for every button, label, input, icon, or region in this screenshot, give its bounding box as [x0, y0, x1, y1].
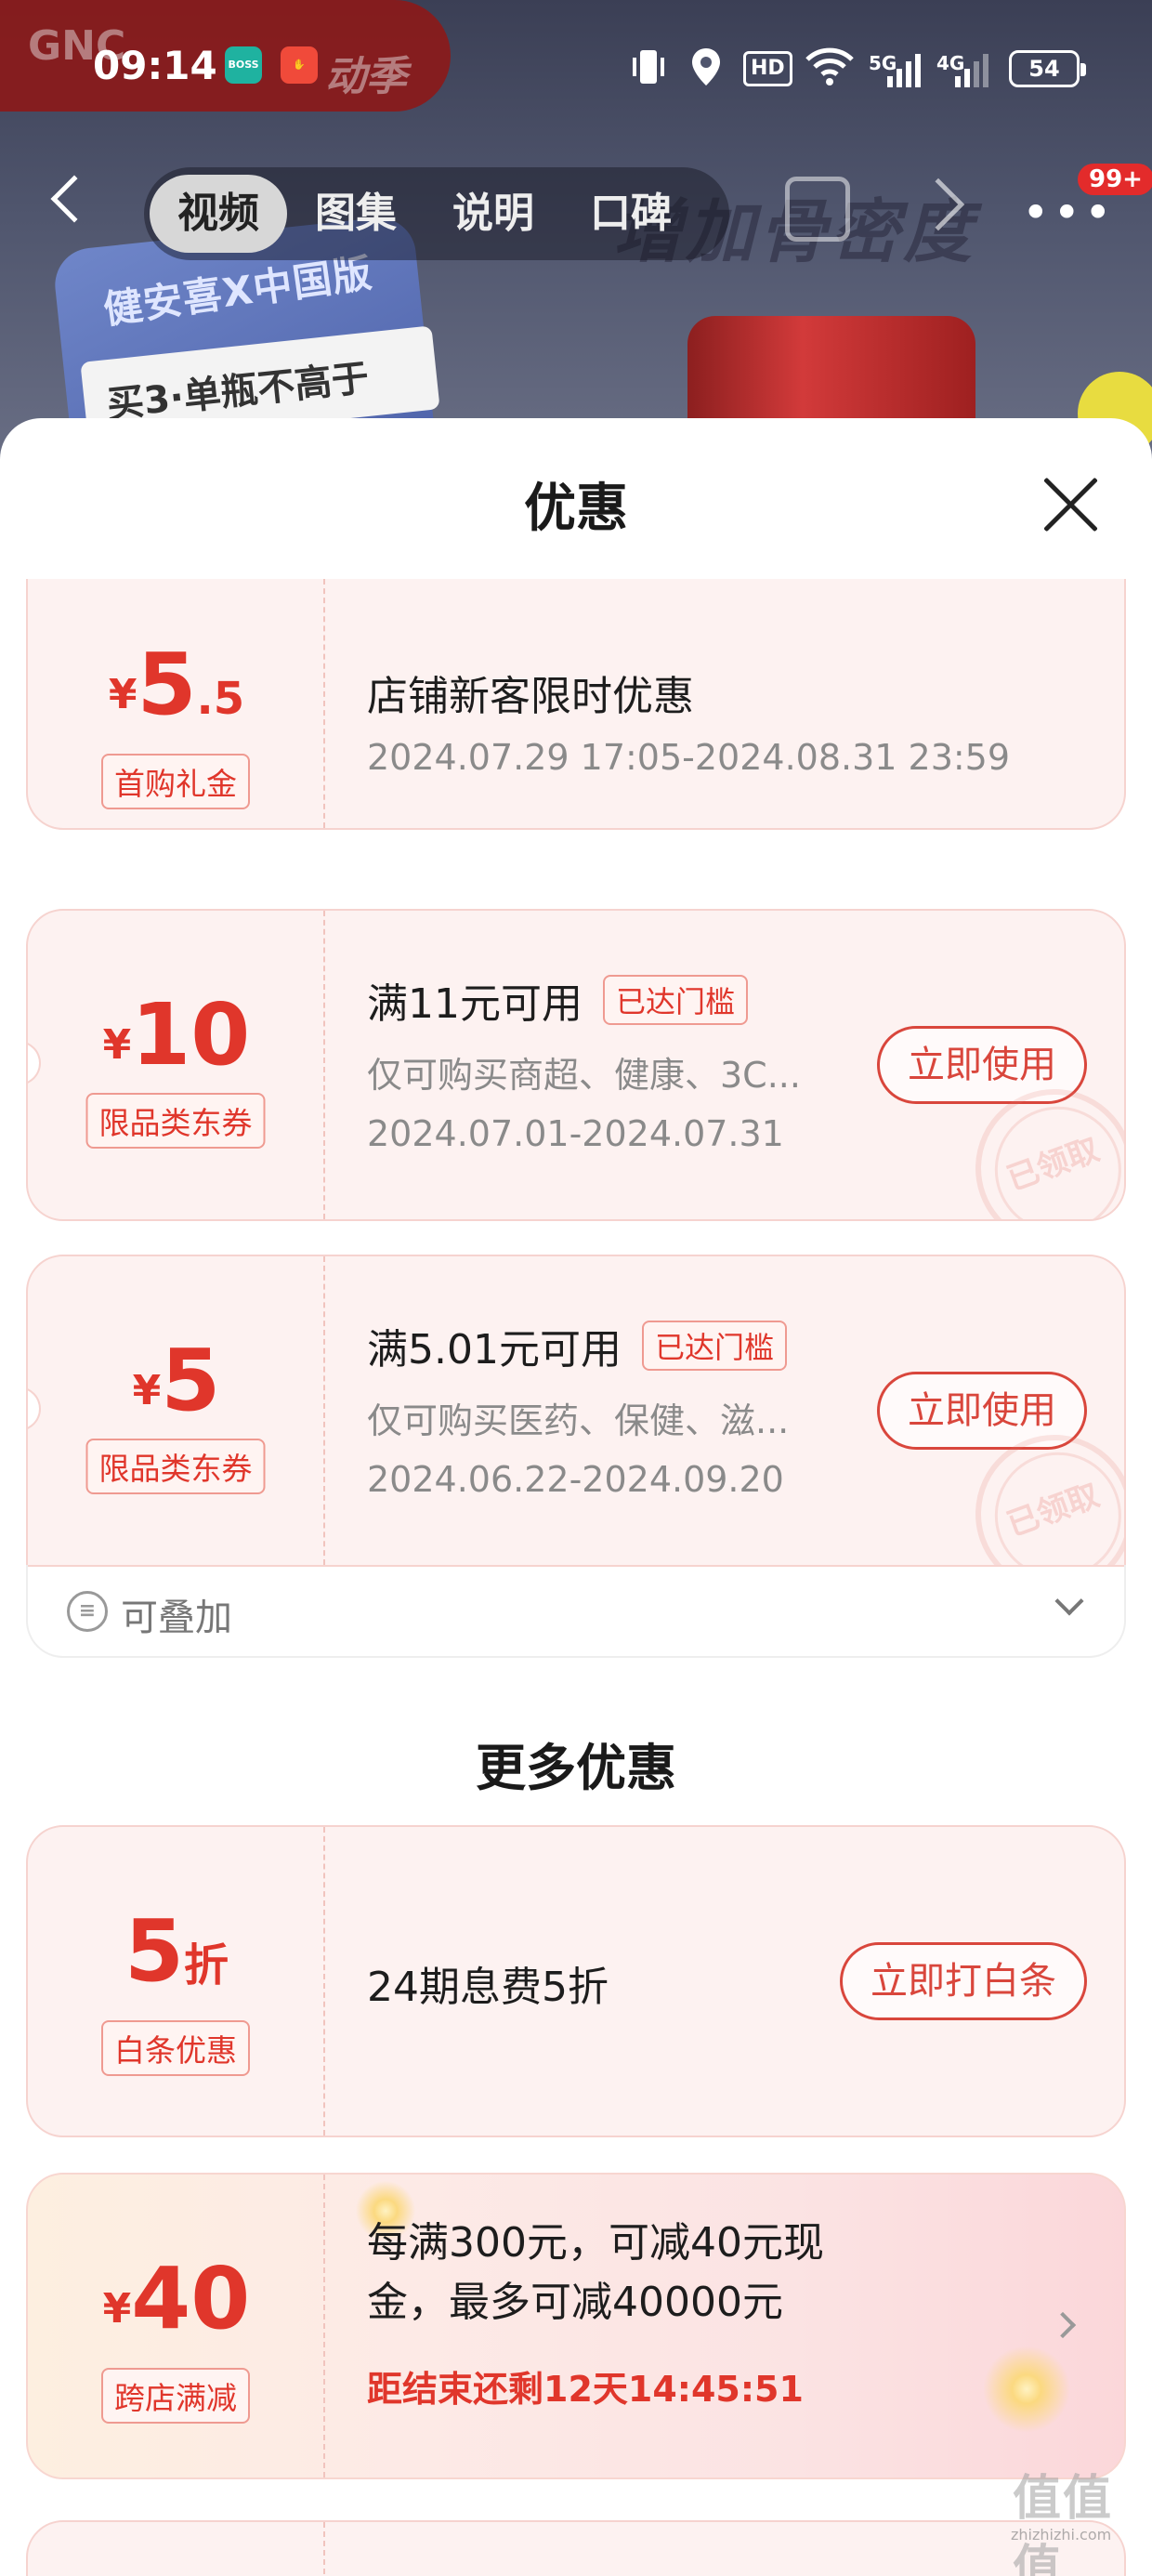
sparkle-decoration: [975, 2338, 1078, 2440]
chevron-right-icon[interactable]: [1049, 2311, 1077, 2339]
status-time: 09:14: [93, 43, 217, 88]
amount-integer: 40: [131, 2249, 251, 2348]
coupon-left: ¥10 限品类东券: [28, 911, 325, 1219]
signal-5g-icon: 5G: [869, 46, 923, 87]
product-background: 健安喜X中国版 买3·单瓶不高于 增加骨密度 GNC 动季 09:14 BOSS…: [0, 0, 1152, 483]
coupon-type-tag: 限品类东券: [85, 1439, 266, 1494]
coupon-amount: ¥5: [28, 1331, 325, 1430]
coupon-left: ¥40 跨店满减: [28, 2175, 325, 2477]
baitiao-title: 24期息费5折: [367, 1964, 609, 2011]
promo-countdown: 距结束还剩12天14:45:51: [367, 2369, 804, 2410]
coupon-amount: ¥10: [28, 985, 325, 1084]
coupon-title: 满5.01元可用: [367, 1326, 622, 1373]
coupon-type-tag: 首购礼金: [101, 754, 250, 809]
promo-title: 每满300元，可减40元现金，最多可减40000元: [367, 2219, 824, 2326]
coupon-amount: ¥40: [28, 2249, 325, 2348]
boss-app-icon: BOSS: [225, 46, 262, 84]
coupon-left: [28, 2522, 325, 2576]
more-discounts-title: 更多优惠: [476, 1739, 676, 1797]
coupon-card[interactable]: ¥5 限品类东券 满5.01元可用 已达门槛 仅可购买医药、保健、滋... 202…: [26, 1255, 1126, 1567]
currency-symbol: ¥: [132, 1367, 162, 1414]
discount-unit: 折: [184, 1939, 229, 1991]
vibrate-icon: [628, 46, 669, 87]
share-icon[interactable]: [785, 177, 850, 242]
coupon-validity: 2024.07.29 17:05-2024.08.31 23:59: [367, 737, 1011, 778]
coupon-left: ¥5 限品类东券: [28, 1256, 325, 1565]
coupon-type-tag: 白条优惠: [101, 2020, 250, 2076]
coupon-left: 5折 白条优惠: [28, 1827, 325, 2136]
battery-icon: 54: [1009, 50, 1086, 87]
threshold-badge: 已达门槛: [603, 975, 749, 1025]
wifi-icon: [805, 46, 855, 87]
coupon-type-tag: 限品类东券: [85, 1093, 266, 1149]
currency-symbol: ¥: [102, 2285, 132, 2333]
douyin-mall-icon: ✋: [281, 46, 318, 84]
sheet-title: 优惠: [524, 479, 628, 539]
signal-4g-icon: 4G: [936, 46, 992, 87]
coupon-card[interactable]: ¥5.5 首购礼金 店铺新客限时优惠 2024.07.29 17:05-2024…: [26, 579, 1126, 830]
stack-icon: ≡: [67, 1591, 108, 1632]
coupon-scope: 仅可购买商超、健康、3C...: [367, 1055, 801, 1096]
currency-symbol: ¥: [108, 671, 137, 718]
location-icon: [687, 46, 725, 87]
watermark-text: zhizhizhi.com: [1011, 2526, 1112, 2543]
coupon-amount: 5折: [28, 1901, 325, 2001]
back-arrow-icon[interactable]: [50, 175, 98, 223]
hd-voice-icon: HD: [743, 51, 792, 86]
cart-badge: 99+: [1078, 164, 1152, 195]
threshold-badge: 已达门槛: [641, 1321, 787, 1371]
live-promo: 动季: [325, 53, 407, 100]
coupon-title: 满11元可用: [367, 980, 583, 1028]
coupon-amount: ¥5.5: [28, 635, 325, 734]
coupon-validity: 2024.07.01-2024.07.31: [367, 1113, 784, 1154]
baitiao-card[interactable]: 5折 白条优惠 24期息费5折 立即打白条: [26, 1825, 1126, 2137]
amount-integer: 10: [131, 985, 251, 1084]
coupon-title-row: 满11元可用 已达门槛: [367, 970, 749, 1030]
stackable-toggle[interactable]: ≡ 可叠加: [26, 1565, 1126, 1658]
coupon-validity: 2024.06.22-2024.09.20: [367, 1459, 784, 1500]
use-baitiao-button[interactable]: 立即打白条: [840, 1942, 1087, 2020]
coupon-title: 店铺新客限时优惠: [367, 673, 694, 720]
tab-gallery[interactable]: 图集: [287, 175, 425, 253]
amount-decimal: .5: [196, 673, 245, 725]
coupon-left: ¥5.5 首购礼金: [28, 579, 325, 828]
stackable-label: 可叠加: [121, 1597, 232, 1639]
next-card-peek: [26, 2520, 1126, 2576]
amount-integer: 5: [124, 1901, 184, 2001]
amount-integer: 5: [161, 1331, 221, 1430]
tab-video[interactable]: 视频: [150, 175, 287, 253]
coupon-title-row: 满5.01元可用 已达门槛: [367, 1316, 787, 1375]
tab-reviews[interactable]: 口碑: [562, 175, 700, 253]
close-icon[interactable]: [1039, 472, 1104, 537]
coupon-scope: 仅可购买医药、保健、滋...: [367, 1400, 790, 1441]
status-bar: GNC 动季 09:14 BOSS ✋ HD 5G 4G 54: [0, 0, 1152, 139]
network-4g-label: 4G: [936, 52, 965, 74]
watermark-logo: 值值值: [1013, 2471, 1114, 2576]
coupon-type-tag: 跨店满减: [101, 2368, 250, 2424]
chevron-down-icon[interactable]: [1054, 1586, 1084, 1616]
currency-symbol: ¥: [102, 1021, 132, 1069]
product-tabs: 视频 图集 说明 口碑: [144, 167, 729, 260]
network-5g-label: 5G: [869, 52, 897, 74]
coupon-card[interactable]: ¥10 限品类东券 满11元可用 已达门槛 仅可购买商超、健康、3C... 202…: [26, 909, 1126, 1221]
tab-description[interactable]: 说明: [425, 175, 562, 253]
amount-integer: 5: [137, 635, 197, 734]
discount-sheet: 优惠 ¥5.5 首购礼金 店铺新客限时优惠 2024.07.29 17:05-2…: [0, 418, 1152, 2576]
cross-store-card[interactable]: ¥40 跨店满减 每满300元，可减40元现金，最多可减40000元 距结束还剩…: [26, 2173, 1126, 2479]
